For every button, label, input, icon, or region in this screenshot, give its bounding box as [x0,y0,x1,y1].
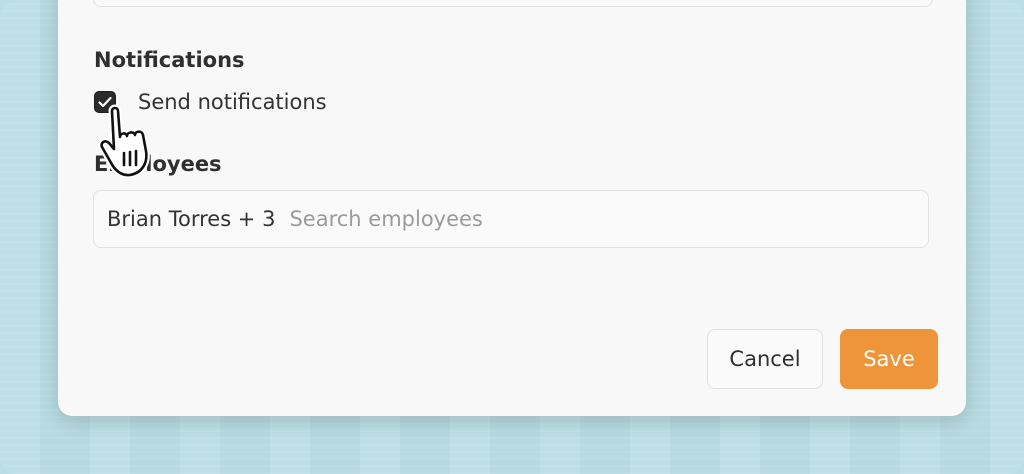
save-button[interactable]: Save [840,329,938,389]
previous-field[interactable] [93,0,933,7]
settings-panel: Notifications Send notifications Employe… [58,0,966,416]
selected-employees[interactable]: Brian Torres + 3 [107,207,275,231]
notifications-heading: Notifications [94,48,245,72]
employees-field[interactable]: Brian Torres + 3 [93,190,929,248]
hand-pointer-icon [98,104,150,179]
search-employees-input[interactable] [287,206,792,232]
cancel-button[interactable]: Cancel [707,329,823,389]
